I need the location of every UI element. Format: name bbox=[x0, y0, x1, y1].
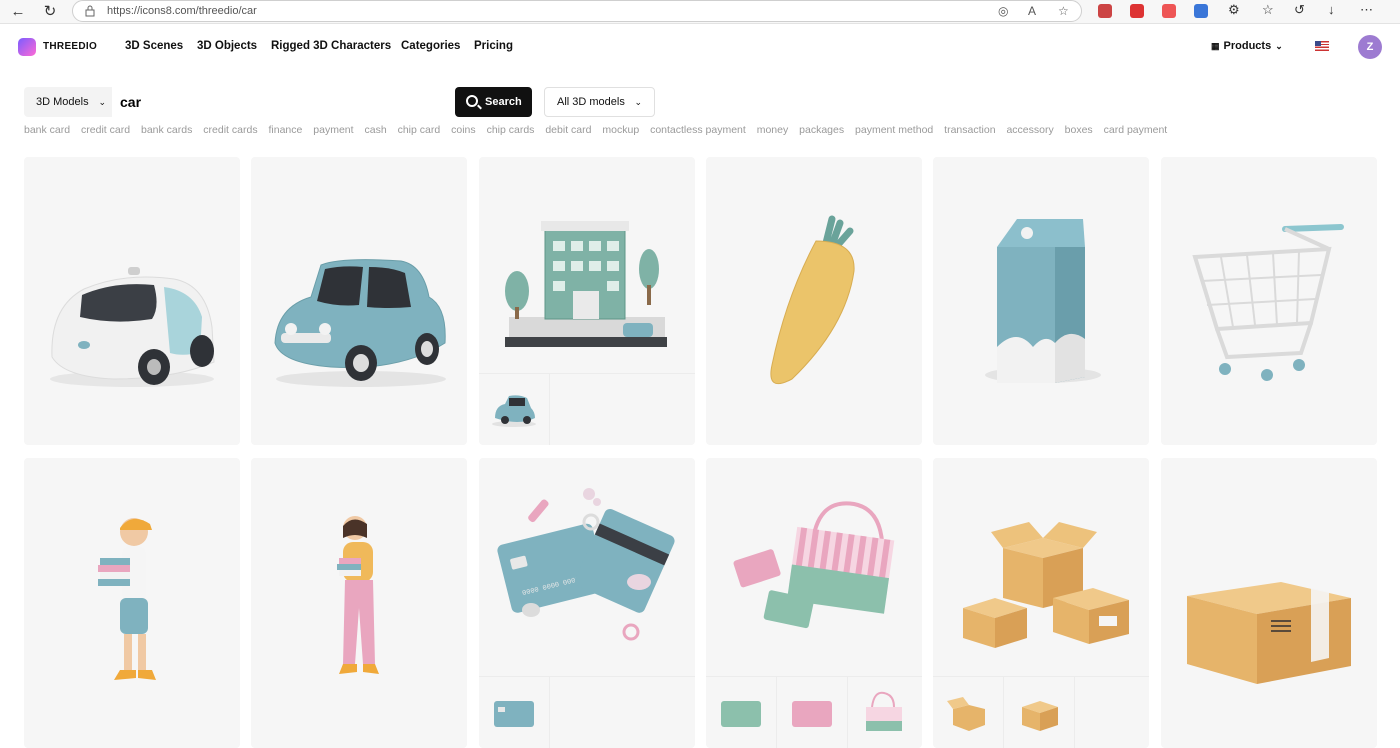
nav-3d-scenes[interactable]: 3D Scenes bbox=[125, 40, 183, 52]
more-icon[interactable]: ⋯ bbox=[1360, 2, 1373, 18]
tag-link[interactable]: card payment bbox=[1104, 124, 1168, 136]
download-icon[interactable]: ↓ bbox=[1328, 2, 1335, 17]
result-card-retro-car[interactable] bbox=[251, 157, 467, 445]
extension-icon[interactable] bbox=[1130, 4, 1144, 18]
carrot-icon bbox=[770, 215, 855, 385]
tag-link[interactable]: bank cards bbox=[141, 124, 192, 136]
threedio-logo-icon[interactable] bbox=[18, 38, 36, 56]
cardboard-boxes-icon bbox=[963, 522, 1129, 648]
cardboard-box-icon bbox=[1187, 582, 1351, 684]
girl-character-icon bbox=[337, 516, 379, 674]
lock-icon bbox=[85, 5, 95, 17]
grid-icon: ▦ bbox=[1211, 41, 1220, 51]
nav-rigged-characters[interactable]: Rigged 3D Characters bbox=[271, 40, 391, 52]
site-header: THREEDIO 3D Scenes 3D Objects Rigged 3D … bbox=[0, 24, 1400, 70]
search-button-label: Search bbox=[485, 96, 522, 108]
products-menu[interactable]: ▦ Products ⌄ bbox=[1211, 40, 1283, 52]
credit-cards-icon: 0000 0000 0000 bbox=[497, 488, 675, 641]
chevron-down-icon: ⌄ bbox=[1275, 41, 1283, 51]
retro-car-icon bbox=[274, 259, 446, 387]
back-icon[interactable]: ← bbox=[8, 2, 28, 22]
browser-toolbar: ← ↻ https://icons8.com/threedio/car ◎ A … bbox=[0, 0, 1400, 24]
result-card-carrot[interactable] bbox=[706, 157, 922, 445]
boy-character-icon bbox=[98, 518, 156, 680]
shopping-cart-icon bbox=[1192, 224, 1344, 381]
model-type-label: 3D Models bbox=[36, 96, 89, 108]
tag-link[interactable]: chip cards bbox=[487, 124, 535, 136]
tag-link[interactable]: coins bbox=[451, 124, 476, 136]
self-driving-car-icon bbox=[50, 267, 215, 387]
variant-thumb-car[interactable] bbox=[479, 374, 550, 445]
search-bar: 3D Models ⌄ bbox=[24, 87, 444, 117]
result-card-girl-with-books[interactable] bbox=[251, 458, 467, 748]
result-card-shopping-cart[interactable] bbox=[1161, 157, 1377, 445]
result-card-cardboard-box[interactable] bbox=[1161, 458, 1377, 748]
variant-thumbnails bbox=[479, 676, 695, 748]
scope-label: All 3D models bbox=[557, 96, 625, 108]
variant-thumb-bag[interactable] bbox=[848, 677, 919, 748]
favorite-icon[interactable]: ☆ bbox=[1058, 4, 1069, 18]
nav-pricing[interactable]: Pricing bbox=[474, 40, 513, 52]
scope-select[interactable]: All 3D models ⌄ bbox=[544, 87, 655, 117]
result-card-self-driving-car[interactable] bbox=[24, 157, 240, 445]
tag-link[interactable]: contactless payment bbox=[650, 124, 746, 136]
milk-carton-icon bbox=[985, 219, 1101, 383]
variant-thumbnails bbox=[933, 676, 1149, 748]
extension-icon[interactable] bbox=[1098, 4, 1112, 18]
tag-link[interactable]: bank card bbox=[24, 124, 70, 136]
search-icon bbox=[466, 95, 478, 107]
products-label: Products bbox=[1223, 40, 1272, 52]
tag-link[interactable]: finance bbox=[269, 124, 303, 136]
extension-icon[interactable] bbox=[1162, 4, 1176, 18]
tag-link[interactable]: cash bbox=[364, 124, 386, 136]
tag-link[interactable]: packages bbox=[799, 124, 844, 136]
search-input[interactable] bbox=[112, 87, 444, 117]
variant-thumb-card[interactable] bbox=[479, 677, 550, 748]
extensions-icon[interactable]: ⚙ bbox=[1228, 2, 1240, 18]
chevron-down-icon: ⌄ bbox=[98, 97, 106, 107]
related-tags: bank card credit card bank cards credit … bbox=[24, 124, 1384, 138]
result-card-cardboard-boxes[interactable] bbox=[933, 458, 1149, 748]
result-card-city-building[interactable] bbox=[479, 157, 695, 445]
bag-and-cards-icon bbox=[733, 501, 895, 629]
model-type-select[interactable]: 3D Models ⌄ bbox=[24, 87, 112, 117]
result-card-boy-with-books[interactable] bbox=[24, 458, 240, 748]
extension-icon[interactable] bbox=[1194, 4, 1208, 18]
tag-link[interactable]: payment method bbox=[855, 124, 933, 136]
tag-link[interactable]: chip card bbox=[398, 124, 441, 136]
tag-link[interactable]: debit card bbox=[545, 124, 591, 136]
tag-link[interactable]: transaction bbox=[944, 124, 995, 136]
url-text: https://icons8.com/threedio/car bbox=[107, 5, 257, 17]
city-building-icon bbox=[505, 221, 667, 347]
result-card-credit-cards[interactable]: 0000 0000 0000 bbox=[479, 458, 695, 748]
translate-icon[interactable]: ◎ bbox=[998, 4, 1008, 18]
address-bar[interactable]: https://icons8.com/threedio/car ◎ A ☆ bbox=[72, 0, 1082, 22]
favorites-icon[interactable]: ☆ bbox=[1262, 2, 1274, 18]
read-aloud-icon[interactable]: A bbox=[1028, 4, 1036, 18]
tag-link[interactable]: money bbox=[757, 124, 789, 136]
tag-link[interactable]: credit cards bbox=[203, 124, 257, 136]
search-button[interactable]: Search bbox=[455, 87, 532, 117]
variant-thumb-box-open[interactable] bbox=[933, 677, 1004, 748]
variant-thumb-card-pink[interactable] bbox=[777, 677, 848, 748]
history-icon[interactable]: ↺ bbox=[1294, 2, 1305, 18]
tag-link[interactable]: boxes bbox=[1065, 124, 1093, 136]
tag-link[interactable]: payment bbox=[313, 124, 353, 136]
nav-3d-objects[interactable]: 3D Objects bbox=[197, 40, 257, 52]
avatar[interactable]: Z bbox=[1358, 35, 1382, 59]
us-flag-icon[interactable] bbox=[1315, 41, 1329, 51]
logo-text[interactable]: THREEDIO bbox=[43, 41, 97, 52]
reload-icon[interactable]: ↻ bbox=[40, 2, 60, 22]
nav-categories[interactable]: Categories bbox=[401, 40, 460, 52]
variant-thumbnails bbox=[706, 676, 922, 748]
result-card-bag-and-cards[interactable] bbox=[706, 458, 922, 748]
tag-link[interactable]: credit card bbox=[81, 124, 130, 136]
variant-thumb-box-closed[interactable] bbox=[1004, 677, 1075, 748]
tag-link[interactable]: accessory bbox=[1006, 124, 1053, 136]
variant-thumb-card-green[interactable] bbox=[706, 677, 777, 748]
result-card-milk-carton[interactable] bbox=[933, 157, 1149, 445]
variant-thumbnails bbox=[479, 373, 695, 445]
chevron-down-icon: ⌄ bbox=[634, 97, 642, 107]
tag-link[interactable]: mockup bbox=[602, 124, 639, 136]
